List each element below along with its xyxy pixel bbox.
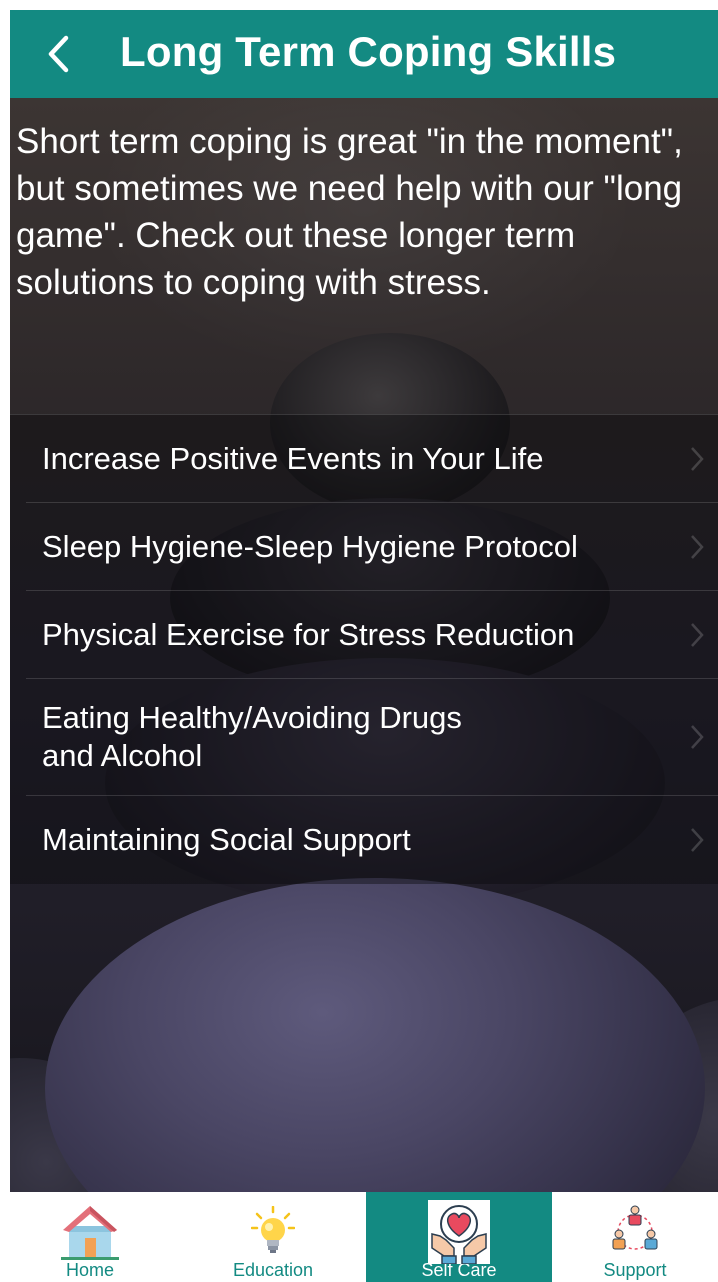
tab-education[interactable]: Education (180, 1192, 366, 1282)
header-bar: Long Term Coping Skills (10, 10, 718, 98)
intro-text: Short term coping is great "in the momen… (16, 122, 683, 302)
screen: Long Term Coping Skills Short term copin… (0, 0, 718, 1282)
chevron-left-icon (48, 35, 69, 73)
chevron-right-icon (691, 446, 704, 471)
tab-label: Education (232, 1260, 314, 1280)
house-icon (61, 1206, 119, 1260)
page-title: Long Term Coping Skills (120, 28, 617, 75)
tab-home[interactable]: Home (0, 1192, 180, 1282)
list-item-eating-healthy[interactable]: Eating Healthy/Avoiding Drugs and Alcoho… (26, 679, 718, 796)
list-item-positive-events[interactable]: Increase Positive Events in Your Life (26, 415, 718, 503)
tab-support[interactable]: Support (552, 1192, 718, 1282)
chevron-right-icon (691, 725, 704, 749)
list-item-sleep-hygiene[interactable]: Sleep Hygiene-Sleep Hygiene Protocol (26, 503, 718, 591)
chevron-right-icon (691, 828, 704, 852)
list-item-label: Increase Positive Events in Your Life (42, 440, 544, 476)
stone-bottom (45, 878, 705, 1192)
chevron-right-icon (691, 622, 704, 647)
list-item-physical-exercise[interactable]: Physical Exercise for Stress Reduction (26, 591, 718, 679)
lightbulb-icon (251, 1206, 295, 1253)
tab-label: Support (603, 1260, 667, 1280)
chevron-right-icon (691, 534, 704, 559)
list-item-label: Sleep Hygiene-Sleep Hygiene Protocol (42, 528, 578, 564)
coping-skills-list: Increase Positive Events in Your Life Sl… (10, 414, 718, 884)
tab-bar: Home Education Self Care Support (0, 1192, 718, 1282)
list-item-label: Eating Healthy/Avoiding Drugs and Alcoho… (42, 700, 462, 773)
hands-heart-icon (428, 1200, 490, 1264)
list-item-label: Maintaining Social Support (42, 822, 411, 857)
people-network-icon (612, 1205, 658, 1250)
tab-label: Home (65, 1260, 114, 1280)
list-item-social-support[interactable]: Maintaining Social Support (26, 796, 718, 884)
back-button[interactable] (38, 32, 78, 76)
list-item-label: Physical Exercise for Stress Reduction (42, 616, 575, 652)
tab-self-care[interactable]: Self Care (366, 1192, 552, 1282)
